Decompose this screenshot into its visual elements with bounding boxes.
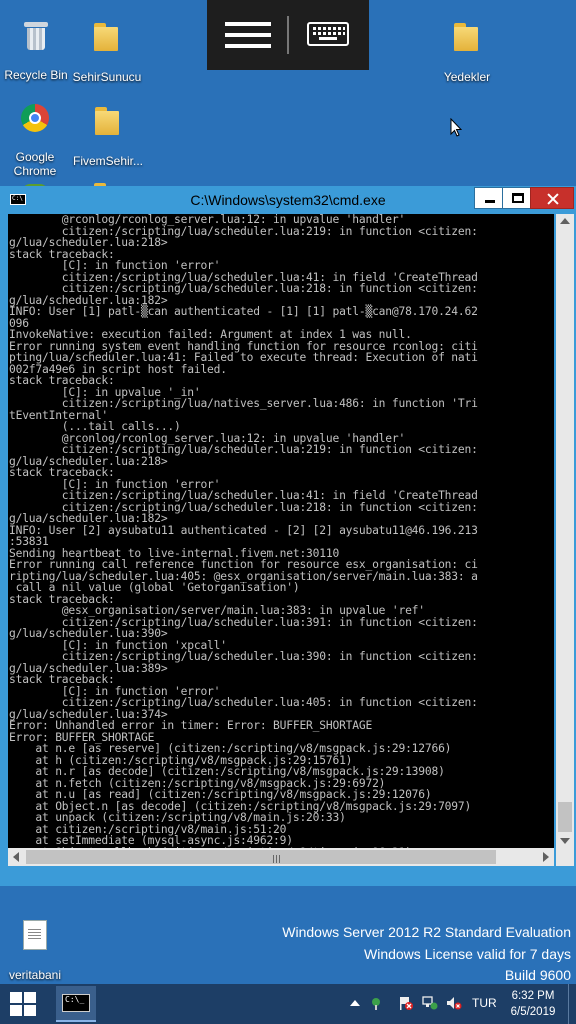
horizontal-scroll-thumb[interactable] <box>26 850 496 864</box>
tray-expand-icon[interactable] <box>350 1000 360 1006</box>
console-output[interactable]: @rconlog/rconlog_server.lua:12: in upval… <box>8 214 554 848</box>
chrome-icon <box>21 104 49 132</box>
mouse-cursor-icon <box>450 117 463 143</box>
desktop-icon-recycle-bin[interactable]: Recycle Bin <box>0 6 76 82</box>
console-text: @rconlog/rconlog_server.lua:12: in upval… <box>9 214 478 848</box>
usb-icon[interactable] <box>370 996 384 1010</box>
vertical-scrollbar[interactable] <box>556 214 574 848</box>
maximize-button[interactable] <box>502 187 532 209</box>
desktop-icon-label: Recycle Bin <box>4 68 68 82</box>
keyboard-icon[interactable] <box>307 22 349 46</box>
scroll-up-icon[interactable] <box>560 218 570 224</box>
taskbar-cmd-label: C:\_ <box>62 994 90 1012</box>
taskbar: C:\_ TUR 6:32 PM 6/5/2019 <box>0 984 576 1024</box>
desktop-icon-label: Yedekler <box>443 70 491 84</box>
show-desktop-button[interactable] <box>568 984 576 1024</box>
folder-icon <box>93 104 123 136</box>
clock[interactable]: 6:32 PM 6/5/2019 <box>498 988 568 1020</box>
folder-icon <box>452 20 482 52</box>
desktop-icon-label: SehirSunucu <box>72 70 142 84</box>
watermark-edition: Windows Server 2012 R2 Standard Evaluati… <box>282 924 571 940</box>
minimize-button[interactable] <box>474 187 504 209</box>
clock-time: 6:32 PM <box>511 990 555 1002</box>
desktop-icon-yedekler[interactable]: Yedekler <box>427 6 507 84</box>
watermark-build: Build 9600 <box>504 967 571 983</box>
cmd-window[interactable]: C:\Windows\system32\cmd.exe @rconlog/rco… <box>0 186 576 886</box>
flag-error-icon[interactable] <box>398 996 413 1010</box>
language-indicator[interactable]: TUR <box>472 996 497 1010</box>
desktop-icon-label: veritabani <box>8 968 62 982</box>
remote-toolbar <box>207 0 369 70</box>
desktop-icon-chrome[interactable]: Google Chrome <box>0 90 75 178</box>
recycle-bin-icon <box>24 20 48 50</box>
folder-icon <box>92 20 122 52</box>
grip-icon <box>273 855 280 863</box>
toolbar-separator <box>287 16 289 54</box>
watermark-license: Windows License valid for 7 days <box>364 946 571 962</box>
start-button[interactable] <box>10 992 36 1016</box>
vertical-scroll-thumb[interactable] <box>558 802 572 832</box>
volume-muted-icon[interactable] <box>446 996 462 1010</box>
taskbar-cmd-button[interactable]: C:\_ <box>56 986 96 1022</box>
desktop-icon-sehirsunucu[interactable]: SehirSunucu <box>67 6 147 84</box>
window-titlebar[interactable]: C:\Windows\system32\cmd.exe <box>0 186 576 212</box>
document-icon <box>23 920 47 950</box>
clock-date: 6/5/2019 <box>510 1006 556 1018</box>
network-icon[interactable] <box>422 996 438 1010</box>
horizontal-scrollbar[interactable] <box>8 848 554 866</box>
desktop-icon-veritabani[interactable]: veritabani <box>0 906 75 982</box>
scroll-left-icon[interactable] <box>13 852 19 862</box>
resize-corner[interactable] <box>556 848 574 866</box>
desktop-icon-fivemsehir[interactable]: FivemSehir... <box>68 90 148 168</box>
scroll-down-icon[interactable] <box>560 838 570 844</box>
menu-icon[interactable] <box>225 22 271 48</box>
close-button[interactable] <box>530 187 574 209</box>
scroll-right-icon[interactable] <box>543 852 549 862</box>
